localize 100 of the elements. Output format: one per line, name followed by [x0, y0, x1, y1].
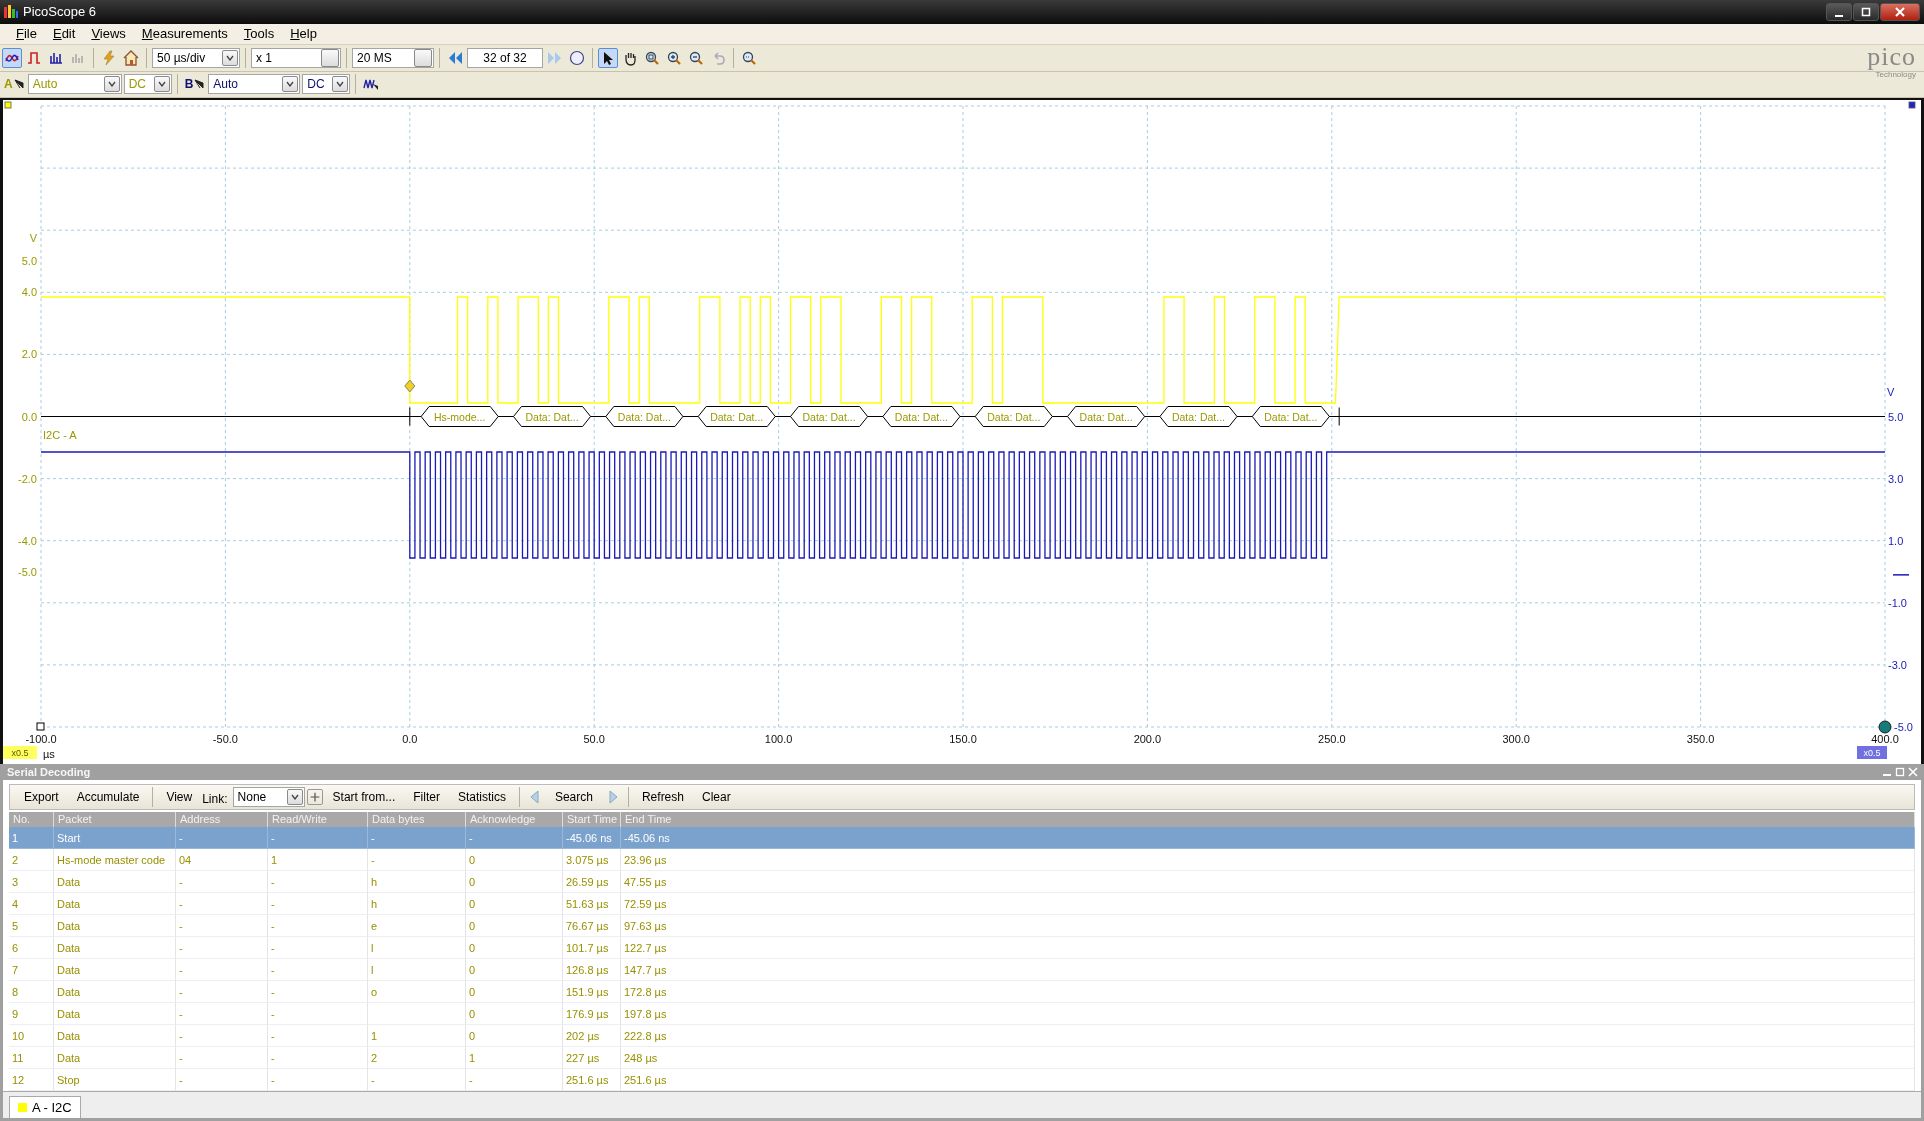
timebase-select[interactable]: 50 µs/div	[152, 47, 240, 68]
search-button[interactable]: Search	[546, 788, 601, 806]
table-cell: 3.075 µs	[563, 849, 621, 871]
maximize-button[interactable]	[1853, 2, 1879, 21]
table-cell: 126.8 µs	[563, 959, 621, 981]
table-cell: 10	[9, 1025, 54, 1047]
close-icon[interactable]	[1908, 767, 1918, 777]
zoom-spinner[interactable]: x 1	[251, 47, 341, 68]
table-cell: 72.59 µs	[621, 893, 1915, 915]
table-cell: 0	[466, 959, 563, 981]
table-cell: -45.06 ns	[563, 827, 621, 849]
menu-item[interactable]: Edit	[44, 26, 84, 42]
table-cell: 122.7 µs	[621, 937, 1915, 959]
table-cell: 172.8 µs	[621, 981, 1915, 1003]
table-cell: -	[176, 981, 268, 1003]
trigger-marker[interactable]	[404, 379, 416, 393]
table-cell: l	[368, 959, 466, 981]
samples-spinner[interactable]: 20 MS	[352, 47, 434, 68]
axis-label: 0.0	[402, 733, 418, 745]
offset-marker[interactable]	[1892, 574, 1910, 576]
toolbar-button[interactable]: Start from...	[324, 788, 404, 806]
toolbar-button[interactable]: Filter	[405, 788, 448, 806]
table-cell: Data	[54, 1003, 176, 1025]
table-cell: Hs-mode master code	[54, 849, 176, 871]
logo-text: pico	[1867, 44, 1916, 71]
window-title: PicoScope 6	[23, 4, 96, 20]
axis-label: 0.0	[21, 410, 37, 423]
table-cell: -	[268, 1003, 368, 1025]
link-label: Link:	[202, 792, 229, 806]
axis-label: -100.0	[25, 733, 57, 745]
axis-label: -1.0	[1888, 596, 1907, 609]
menu-item[interactable]: Tools	[235, 26, 283, 42]
buffer-field[interactable]: 32 of 32	[467, 47, 543, 68]
menu-item[interactable]: Views	[83, 26, 134, 42]
table-cell: -	[176, 937, 268, 959]
maximize-icon	[1861, 6, 1871, 17]
minimize-button[interactable]	[1826, 2, 1852, 21]
packet-label: Data: Dat...	[1264, 410, 1318, 423]
ruler-handle[interactable]	[1878, 720, 1892, 734]
ruler-handle[interactable]	[1908, 101, 1916, 109]
table-cell: -	[268, 871, 368, 893]
axis-label: 350.0	[1686, 733, 1715, 745]
channel-button[interactable]: B	[184, 77, 194, 92]
toolbar-button[interactable]: Accumulate	[68, 788, 148, 806]
table-cell: 3	[9, 871, 54, 893]
scale-badge[interactable]: x0.5	[1857, 746, 1887, 759]
axis-label: 50.0	[583, 733, 605, 745]
menu-item[interactable]: File	[8, 26, 45, 42]
axis-label: 5.0	[1888, 410, 1904, 423]
scope-mode-icon[interactable]	[2, 47, 22, 68]
table-cell: 227 µs	[563, 1047, 621, 1069]
close-button[interactable]	[1880, 2, 1920, 21]
decoder-tab[interactable]: A - I2C	[9, 1096, 81, 1118]
table-cell: 97.63 µs	[621, 915, 1915, 937]
table-cell: 7	[9, 959, 54, 981]
table-cell: h	[368, 893, 466, 915]
maximize-icon[interactable]	[1895, 767, 1905, 777]
pointer-icon[interactable]	[598, 47, 618, 68]
menu-item[interactable]: Measurements	[133, 26, 236, 42]
packet-label: Data: Dat...	[525, 410, 579, 423]
scale-badge[interactable]: x0.5	[3, 746, 37, 759]
table-cell: 0	[466, 981, 563, 1003]
coupling-select[interactable]: DC	[302, 74, 351, 95]
table-cell: 176.9 µs	[563, 1003, 621, 1025]
cursor-icon[interactable]	[13, 79, 24, 90]
table-cell: -	[176, 871, 268, 893]
table-cell: 47.55 µs	[621, 871, 1915, 893]
axis-label: 400.0	[1871, 733, 1899, 745]
table-cell: Data	[54, 981, 176, 1003]
table-cell: Data	[54, 959, 176, 981]
cursor-icon[interactable]	[194, 79, 205, 90]
packet-label: Hs-mode...	[434, 410, 486, 423]
toolbar-button[interactable]: Clear	[694, 788, 739, 806]
ruler-handle[interactable]	[36, 722, 45, 731]
packet-label: Data: Dat...	[617, 410, 671, 423]
table-cell: -	[268, 937, 368, 959]
table-cell: 2	[368, 1047, 466, 1069]
table-cell: -	[368, 827, 466, 849]
table-cell: Data	[54, 937, 176, 959]
link-select[interactable]: None	[232, 787, 305, 807]
toolbar-button[interactable]: Refresh	[633, 788, 692, 806]
axis-label: -5.0	[18, 565, 37, 578]
axis-unit: V	[1887, 385, 1895, 398]
axis-unit: µs	[43, 748, 55, 760]
add-link-icon[interactable]	[306, 789, 323, 805]
axis-label: -3.0	[1888, 658, 1907, 671]
table-cell: -45.06 ns	[621, 827, 1915, 849]
axis-label: 300.0	[1502, 733, 1530, 745]
table-cell: 1	[368, 1025, 466, 1047]
table-cell: 222.8 µs	[621, 1025, 1915, 1047]
packet-label: Data: Dat...	[894, 410, 948, 423]
toolbar-button[interactable]: Statistics	[449, 788, 514, 806]
toolbar-button[interactable]: View	[158, 788, 201, 806]
ruler-handle[interactable]	[4, 101, 12, 109]
table-cell: 8	[9, 981, 54, 1003]
toolbar-button[interactable]: Export	[16, 788, 67, 806]
axis-label: -5.0	[1894, 721, 1913, 733]
range-select[interactable]: Auto	[208, 74, 301, 95]
axis-label: 1.0	[1888, 534, 1904, 547]
menu-item[interactable]: Help	[282, 26, 325, 42]
